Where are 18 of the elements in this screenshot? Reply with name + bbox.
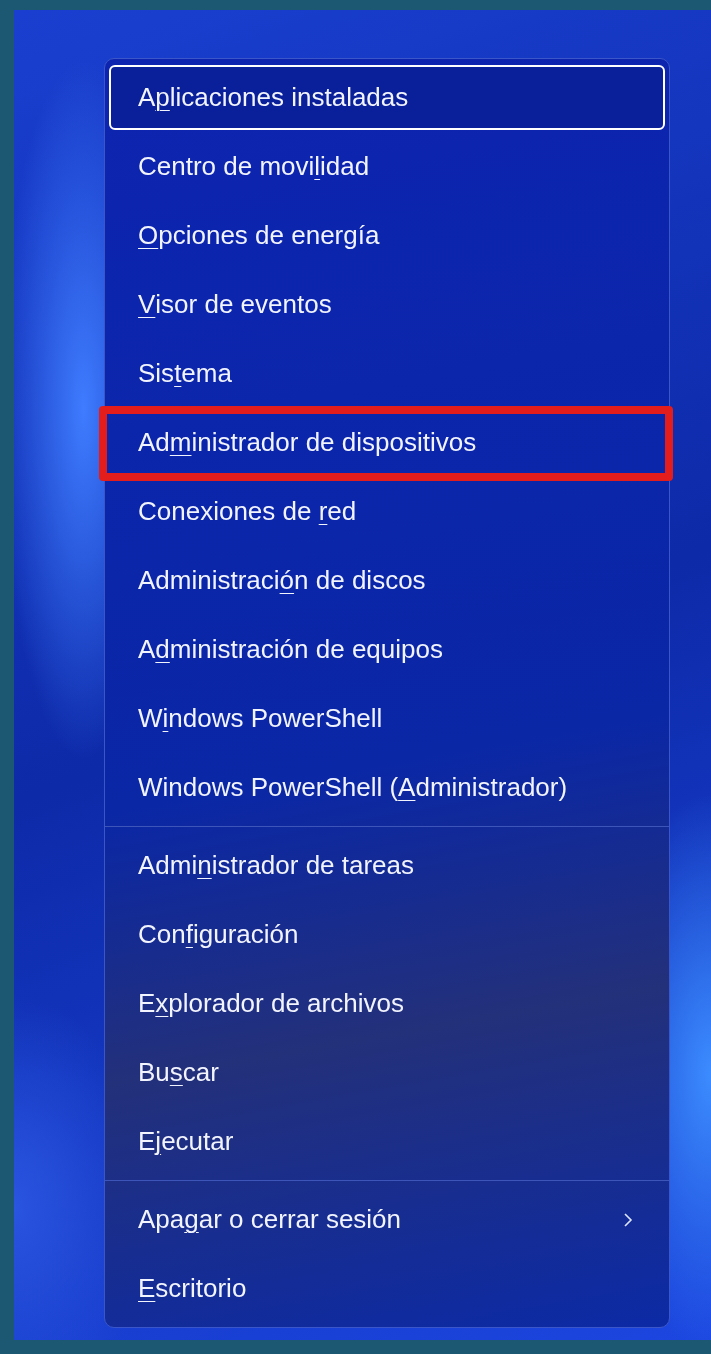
menu-item[interactable]: Windows PowerShell [109,686,665,751]
menu-item[interactable]: Configuración [109,902,665,967]
menu-item[interactable]: Administrador de dispositivos [109,410,665,475]
menu-item[interactable]: Buscar [109,1040,665,1105]
menu-item[interactable]: Centro de movilidad [109,134,665,199]
menu-item[interactable]: Windows PowerShell (Administrador) [109,755,665,820]
menu-item[interactable]: Opciones de energía [109,203,665,268]
menu-item[interactable]: Administrador de tareas [109,833,665,898]
menu-item[interactable]: Explorador de archivos [109,971,665,1036]
menu-item[interactable]: Conexiones de red [109,479,665,544]
menu-item[interactable]: Visor de eventos [109,272,665,337]
menu-item[interactable]: Administración de discos [109,548,665,613]
menu-item[interactable]: Ejecutar [109,1109,665,1174]
menu-item[interactable]: Aplicaciones instaladas [109,65,665,130]
menu-item[interactable]: Escritorio [109,1256,665,1321]
menu-item[interactable]: Sistema [109,341,665,406]
menu-item[interactable]: Administración de equipos [109,617,665,682]
menu-item[interactable]: Apagar o cerrar sesión [109,1187,665,1252]
